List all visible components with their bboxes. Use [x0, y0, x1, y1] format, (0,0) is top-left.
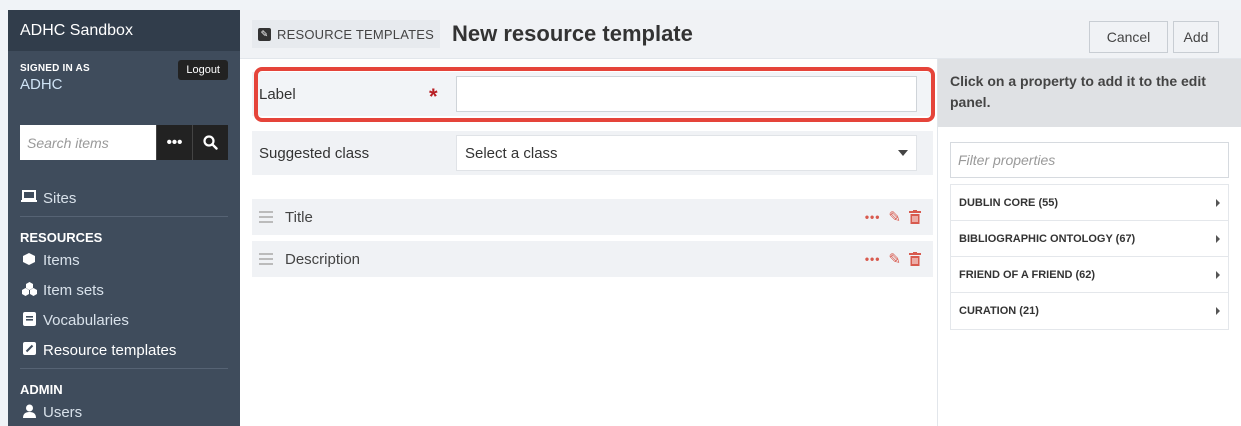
- edit-pencil-icon[interactable]: ✎: [888, 250, 901, 268]
- sidebar-item-label: Item sets: [43, 281, 104, 299]
- sidebar: ADHC Sandbox SIGNED IN AS ADHC Logout Se…: [8, 10, 240, 426]
- sidebar-item-label: Vocabularies: [43, 311, 129, 329]
- suggested-class-label: Suggested class: [259, 144, 370, 162]
- page-title: New resource template: [452, 21, 693, 46]
- pencil-square-icon: ✎: [258, 27, 271, 41]
- search-form: Search items •••: [20, 125, 228, 160]
- property-row[interactable]: Title ••• ✎: [252, 199, 933, 235]
- caret-right-icon: [1216, 234, 1220, 243]
- sidebar-nav: Sites RESOURCES Items Item sets Vocabula…: [8, 183, 240, 426]
- edit-pencil-icon[interactable]: ✎: [888, 208, 901, 226]
- sidebar-item-label: Resource templates: [43, 341, 177, 359]
- vocabulary-item-curation[interactable]: CURATION (21): [951, 293, 1228, 329]
- logout-button[interactable]: Logout: [178, 60, 228, 80]
- user-icon: [20, 404, 38, 421]
- suggested-class-select[interactable]: Select a class: [456, 135, 917, 171]
- property-name: Description: [285, 250, 361, 268]
- cancel-button[interactable]: Cancel: [1089, 21, 1168, 53]
- sidebar-item-item-sets[interactable]: Item sets: [8, 275, 240, 305]
- vocabulary-item-bibliographic-ontology[interactable]: BIBLIOGRAPHIC ONTOLOGY (67): [951, 221, 1228, 257]
- focus-highlight: [254, 67, 935, 122]
- add-button[interactable]: Add: [1173, 21, 1219, 53]
- site-title[interactable]: ADHC Sandbox: [8, 10, 240, 51]
- vocabulary-label: BIBLIOGRAPHIC ONTOLOGY (67): [959, 232, 1136, 245]
- pencil-square-icon: [20, 342, 38, 358]
- property-row[interactable]: Description ••• ✎: [252, 241, 933, 277]
- vocabulary-item-friend-of-a-friend[interactable]: FRIEND OF A FRIEND (62): [951, 257, 1228, 293]
- sidebar-item-label: Sites: [43, 189, 77, 207]
- breadcrumb-label: RESOURCE TEMPLATES: [277, 26, 434, 42]
- more-options-icon[interactable]: •••: [865, 210, 881, 224]
- book-icon: [20, 311, 38, 329]
- admin-heading: ADMIN: [20, 382, 63, 397]
- sidebar-item-resource-templates[interactable]: Resource templates: [8, 335, 240, 365]
- caret-right-icon: [1216, 307, 1220, 315]
- divider: [20, 368, 228, 369]
- vocabulary-item-dublin-core[interactable]: DUBLIN CORE (55): [951, 185, 1228, 221]
- drag-handle-icon[interactable]: [259, 250, 273, 268]
- cube-icon: [20, 252, 38, 269]
- filter-properties-input[interactable]: Filter properties: [950, 142, 1229, 178]
- ellipsis-icon: •••: [166, 134, 183, 151]
- property-actions: ••• ✎: [865, 208, 921, 226]
- sidebar-item-label: Users: [43, 403, 83, 421]
- breadcrumb[interactable]: ✎ RESOURCE TEMPLATES: [252, 20, 440, 48]
- search-input[interactable]: Search items: [20, 125, 156, 160]
- caret-right-icon: [1216, 270, 1220, 279]
- drag-handle-icon[interactable]: [259, 208, 273, 226]
- page-header: ✎ RESOURCE TEMPLATES New resource templa…: [240, 10, 1241, 59]
- vocabulary-label: CURATION (21): [959, 305, 1039, 317]
- laptop-icon: [20, 190, 38, 206]
- vocabulary-list: DUBLIN CORE (55) BIBLIOGRAPHIC ONTOLOGY …: [950, 184, 1229, 330]
- main-content: ✎ RESOURCE TEMPLATES New resource templa…: [240, 10, 1241, 426]
- sidebar-item-sites[interactable]: Sites: [8, 183, 240, 213]
- search-icon: [203, 135, 218, 150]
- search-button[interactable]: [192, 125, 228, 160]
- caret-right-icon: [1216, 198, 1220, 207]
- trash-icon[interactable]: [909, 252, 921, 266]
- more-options-icon[interactable]: •••: [865, 252, 881, 266]
- vocabulary-label: FRIEND OF A FRIEND (62): [959, 268, 1096, 281]
- suggested-class-row: Suggested class Select a class: [252, 131, 933, 175]
- site-title-text: ADHC Sandbox: [20, 21, 133, 39]
- suggested-class-value: Select a class: [465, 144, 558, 162]
- sidebar-item-label: Items: [43, 251, 80, 269]
- divider: [20, 216, 228, 217]
- trash-icon[interactable]: [909, 210, 921, 224]
- vocabulary-label: DUBLIN CORE (55): [959, 196, 1059, 209]
- sidebar-item-vocabularies[interactable]: Vocabularies: [8, 305, 240, 335]
- resources-heading: RESOURCES: [20, 230, 103, 245]
- panel-instruction: Click on a property to add it to the edi…: [938, 59, 1241, 127]
- property-actions: ••• ✎: [865, 250, 921, 268]
- sidebar-item-users[interactable]: Users: [8, 397, 240, 426]
- property-name: Title: [285, 208, 313, 226]
- cubes-icon: [20, 281, 38, 299]
- sidebar-item-items[interactable]: Items: [8, 245, 240, 275]
- property-selector-panel: Click on a property to add it to the edi…: [937, 59, 1241, 426]
- advanced-search-button[interactable]: •••: [156, 125, 192, 160]
- chevron-down-icon: [898, 150, 908, 156]
